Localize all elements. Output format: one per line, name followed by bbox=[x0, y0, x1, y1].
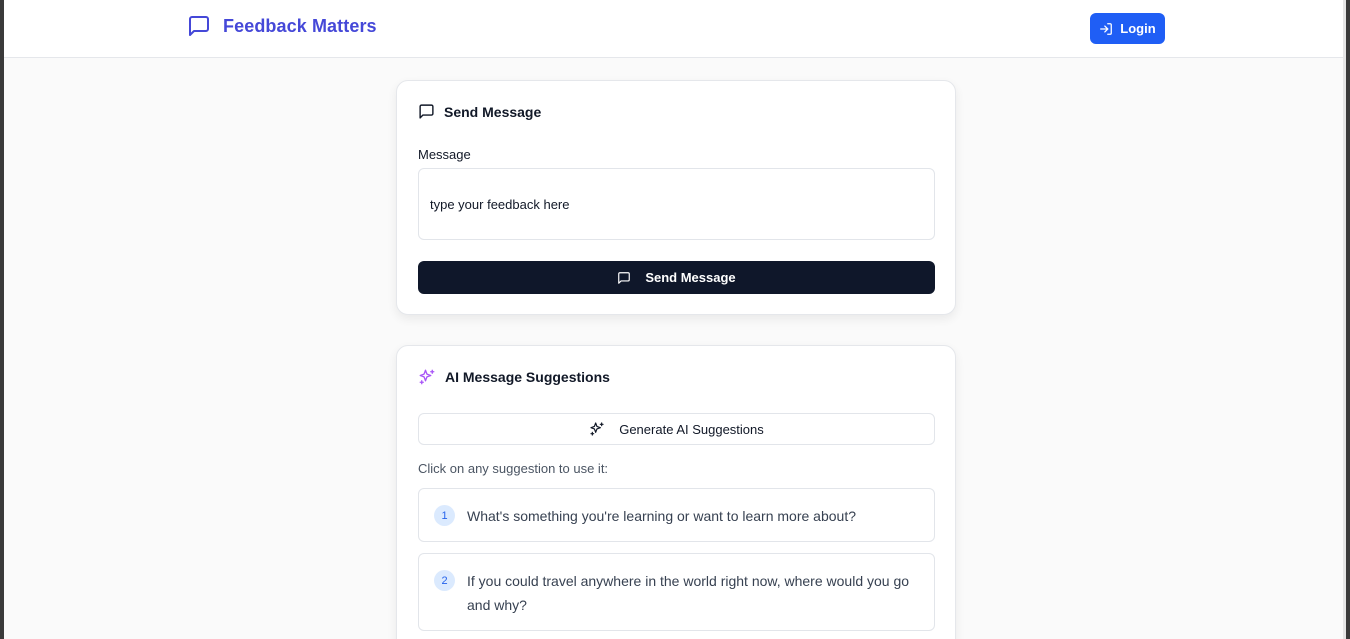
message-square-icon bbox=[418, 103, 435, 120]
ai-suggestions-card: AI Message Suggestions Generate AI Sugge… bbox=[396, 345, 956, 639]
sparkles-icon bbox=[418, 368, 436, 386]
generate-ai-suggestions-button[interactable]: Generate AI Suggestions bbox=[418, 413, 935, 445]
suggestion-text: If you could travel anywhere in the worl… bbox=[467, 573, 910, 613]
suggestion-item[interactable]: 1 What's something you're learning or wa… bbox=[418, 488, 935, 542]
message-textarea-value: type your feedback here bbox=[430, 196, 570, 212]
suggestion-number-badge: 1 bbox=[434, 505, 455, 526]
brand-title: Feedback Matters bbox=[223, 15, 377, 36]
send-message-card: Send Message Message type your feedback … bbox=[396, 80, 956, 315]
send-message-card-title: Send Message bbox=[418, 103, 541, 120]
message-textarea[interactable]: type your feedback here bbox=[418, 168, 935, 240]
send-message-button-label: Send Message bbox=[645, 270, 736, 285]
send-message-button[interactable]: Send Message bbox=[418, 261, 935, 294]
message-field-label: Message bbox=[418, 147, 471, 162]
window-frame-left bbox=[0, 0, 4, 639]
generate-ai-suggestions-label: Generate AI Suggestions bbox=[619, 421, 764, 437]
suggestion-text: What's something you're learning or want… bbox=[467, 508, 856, 524]
top-navbar: Feedback Matters Login bbox=[4, 0, 1343, 58]
ai-suggestions-title-text: AI Message Suggestions bbox=[445, 369, 610, 385]
ai-suggestions-card-title: AI Message Suggestions bbox=[418, 368, 610, 386]
login-button[interactable]: Login bbox=[1090, 13, 1165, 44]
suggestion-number-badge: 2 bbox=[434, 570, 455, 591]
message-square-icon bbox=[617, 271, 631, 285]
login-label: Login bbox=[1120, 21, 1156, 36]
suggestion-item[interactable]: 2 If you could travel anywhere in the wo… bbox=[418, 553, 935, 631]
suggestions-hint: Click on any suggestion to use it: bbox=[418, 461, 609, 476]
window-frame-right bbox=[1346, 0, 1350, 639]
message-square-icon bbox=[187, 14, 211, 38]
brand[interactable]: Feedback Matters bbox=[187, 14, 377, 38]
sparkles-icon bbox=[589, 421, 605, 437]
send-message-title-text: Send Message bbox=[444, 103, 542, 120]
log-in-icon bbox=[1099, 22, 1113, 36]
